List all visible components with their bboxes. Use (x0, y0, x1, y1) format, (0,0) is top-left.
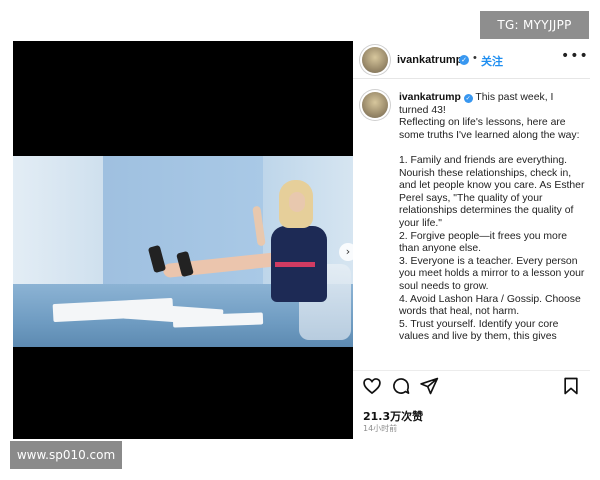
caption-area: ivankatrump ✓ This past week, I turned 4… (353, 80, 590, 370)
likes-count[interactable]: 21.3万次赞 (363, 408, 423, 424)
caption: ivankatrump ✓ This past week, I turned 4… (399, 92, 585, 344)
divider (353, 370, 590, 371)
verified-badge-icon: ✓ (463, 94, 473, 103)
post-photo (13, 156, 353, 347)
more-options-button[interactable]: ••• (561, 48, 589, 64)
post-timestamp[interactable]: 14小时前 (363, 423, 397, 434)
verified-badge-icon: ✓ (459, 55, 469, 65)
watermark-top: TG: MYYJJPP (480, 11, 589, 39)
comment-icon[interactable] (391, 376, 411, 396)
post-media[interactable]: › (13, 41, 353, 439)
post-side-panel: ivankatrump ✓ • 关注 ••• ivankatrump ✓ Thi… (353, 41, 590, 439)
next-photo-button[interactable]: › (339, 243, 353, 261)
post-header: ivankatrump ✓ • 关注 ••• (353, 41, 590, 79)
caption-username[interactable]: ivankatrump (399, 92, 461, 103)
chevron-right-icon: › (345, 245, 351, 258)
send-icon[interactable] (419, 376, 439, 396)
separator-dot: • (473, 52, 477, 64)
action-bar (353, 376, 590, 400)
follow-button[interactable]: 关注 (481, 53, 503, 69)
watermark-bottom: www.sp010.com (10, 441, 122, 469)
bookmark-icon[interactable] (561, 376, 581, 396)
caption-body: Reflecting on life's lessons, here are s… (399, 117, 585, 343)
avatar[interactable] (362, 47, 388, 73)
heart-icon[interactable] (362, 376, 382, 396)
username-link[interactable]: ivankatrump (397, 54, 462, 66)
caption-avatar[interactable] (362, 92, 388, 118)
